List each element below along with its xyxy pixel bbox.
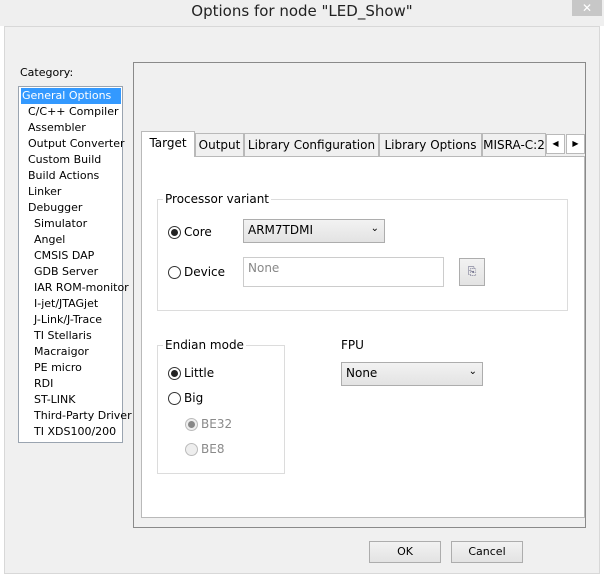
core-dropdown[interactable]: ARM7TDMI ⌄: [243, 219, 385, 243]
category-item[interactable]: Third-Party Driver: [21, 408, 132, 424]
radio-unchecked-icon: [185, 442, 198, 456]
device-value: None: [248, 261, 280, 275]
fpu-dropdown[interactable]: None ⌄: [341, 362, 483, 386]
category-item[interactable]: Assembler: [21, 120, 121, 136]
little-label: Little: [184, 366, 215, 380]
category-item[interactable]: ST-LINK: [21, 392, 121, 408]
core-label: Core: [184, 225, 212, 239]
fpu-label: FPU: [341, 338, 364, 352]
radio-checked-icon: [168, 366, 181, 380]
category-item[interactable]: TI Stellaris: [21, 328, 121, 344]
radio-unchecked-icon: [168, 265, 181, 279]
chevron-down-icon: ⌄: [468, 366, 477, 377]
window-title: Options for node "LED_Show": [191, 2, 413, 20]
be8-radio[interactable]: BE8: [185, 442, 224, 456]
radio-checked-icon: [168, 225, 181, 239]
cancel-button[interactable]: Cancel: [451, 541, 523, 563]
category-item[interactable]: PE micro: [21, 360, 121, 376]
category-item[interactable]: Debugger: [21, 200, 121, 216]
tab-misra-c-2[interactable]: MISRA-C:2: [482, 133, 546, 157]
category-item[interactable]: RDI: [21, 376, 121, 392]
little-radio[interactable]: Little: [168, 366, 214, 380]
category-item[interactable]: I-jet/JTAGjet: [21, 296, 121, 312]
processor-variant-label: Processor variant: [163, 192, 271, 206]
category-list[interactable]: General Options C/C++ Compiler Assembler Ou…: [18, 86, 132, 443]
be32-radio[interactable]: BE32: [185, 417, 232, 431]
category-item[interactable]: CMSIS DAP: [21, 248, 121, 264]
radio-unchecked-icon: [168, 391, 181, 405]
core-radio[interactable]: Core: [168, 225, 212, 239]
device-list-icon: ⎘: [467, 265, 477, 278]
category-item[interactable]: Output Converter: [21, 136, 125, 152]
device-label: Device: [184, 265, 226, 279]
processor-variant-group: [157, 199, 568, 311]
endian-mode-label: Endian mode: [163, 338, 246, 352]
category-item[interactable]: General Options: [21, 88, 121, 104]
category-item[interactable]: Custom Build: [21, 152, 121, 168]
category-item[interactable]: J-Link/J-Trace: [21, 312, 121, 328]
category-item[interactable]: Linker: [21, 184, 121, 200]
fpu-value: None: [346, 366, 378, 380]
big-label: Big: [184, 391, 204, 405]
category-label: Category:: [20, 66, 74, 79]
ok-button[interactable]: OK: [369, 541, 441, 563]
category-item[interactable]: IAR ROM-monitor: [21, 280, 129, 296]
category-item[interactable]: Angel: [21, 232, 121, 248]
be8-label: BE8: [201, 442, 225, 456]
tab-scroll-right-icon[interactable]: ▶: [566, 134, 585, 154]
tab-library-options[interactable]: Library Options: [379, 133, 482, 157]
be32-label: BE32: [201, 417, 233, 431]
big-radio[interactable]: Big: [168, 391, 203, 405]
tab-target[interactable]: Target: [141, 131, 195, 157]
core-value: ARM7TDMI: [248, 223, 313, 237]
device-field[interactable]: None: [243, 257, 444, 287]
category-item[interactable]: C/C++ Compiler: [21, 104, 121, 120]
close-button[interactable]: ✕: [572, 0, 602, 16]
category-item[interactable]: Macraigor: [21, 344, 121, 360]
select-device-button[interactable]: ⎘: [459, 258, 485, 286]
category-item[interactable]: GDB Server: [21, 264, 121, 280]
category-item[interactable]: Simulator: [21, 216, 121, 232]
device-radio[interactable]: Device: [168, 265, 225, 279]
tab-scroll-left-icon[interactable]: ◀: [546, 134, 565, 154]
chevron-down-icon: ⌄: [370, 223, 379, 234]
category-item[interactable]: TI XDS100/200: [21, 424, 121, 440]
tab-output[interactable]: Output: [195, 133, 244, 157]
tab-library-configuration[interactable]: Library Configuration: [244, 133, 379, 157]
radio-checked-icon: [185, 417, 198, 431]
category-item[interactable]: Build Actions: [21, 168, 121, 184]
